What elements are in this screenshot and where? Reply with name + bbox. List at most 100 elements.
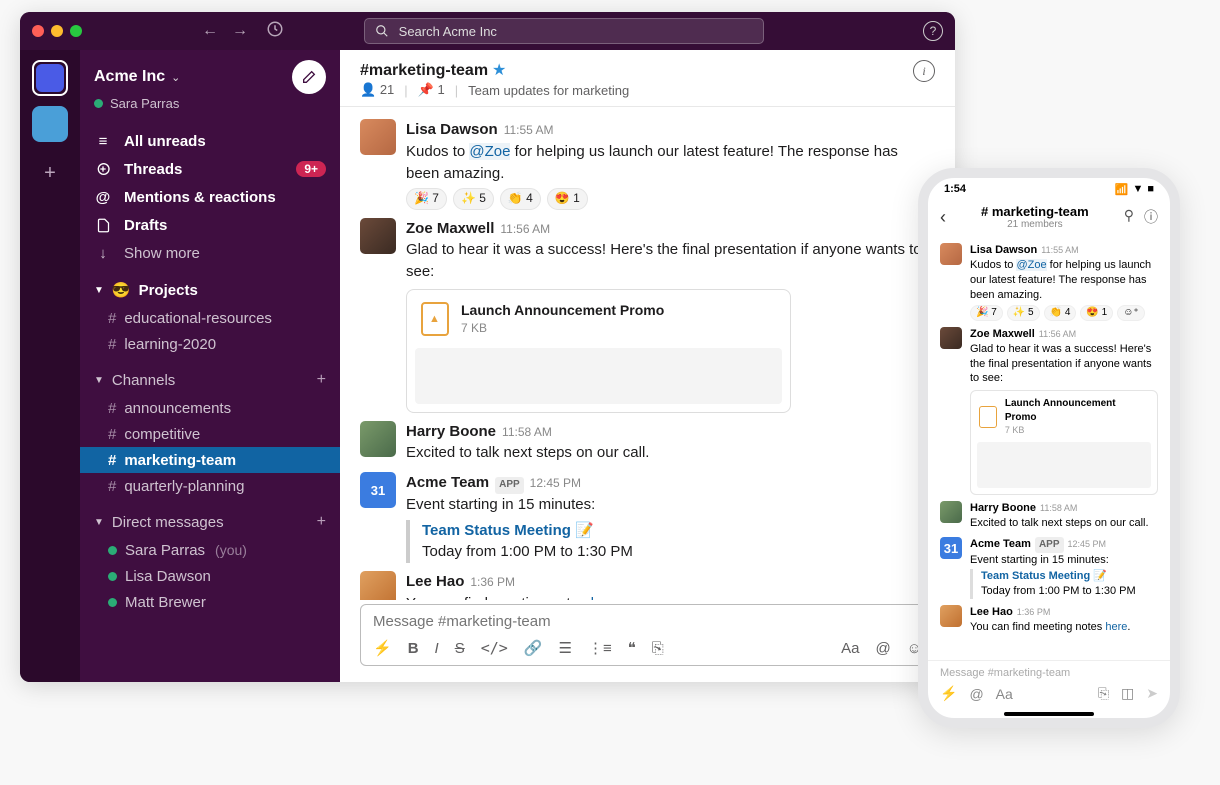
help-icon[interactable]: ? [923,21,943,41]
avatar[interactable] [360,119,396,155]
message[interactable]: 31 Acme TeamAPP12:45 PM Event starting i… [340,468,955,567]
shortcuts-icon[interactable]: ⚡ [373,639,392,657]
message[interactable]: Zoe Maxwell11:56 AM Glad to hear it was … [340,214,955,417]
workspace-switcher-active[interactable] [32,60,68,96]
mobile-message-list[interactable]: Lisa Dawson11:55 AM Kudos to @Zoe for he… [928,236,1170,660]
section-dms[interactable]: ▼Direct messages+ [80,507,340,537]
message-composer[interactable]: ⚡ B I S </> 🔗 ☰ ⋮≡ ❝ ⎘ Aa @ ☺ [360,604,935,666]
workspace-switcher-item[interactable] [32,106,68,142]
italic-icon[interactable]: I [435,640,439,657]
channel-item[interactable]: #competitive [80,421,340,447]
dm-item[interactable]: Lisa Dawson [80,563,340,589]
send-icon[interactable]: ➤ [1146,685,1158,702]
event-attachment[interactable]: Team Status Meeting 📝Today from 1:00 PM … [406,520,935,564]
search-input[interactable]: Search Acme Inc [364,18,764,44]
channel-item-active[interactable]: #marketing-team [80,447,340,473]
mention-icon[interactable]: @ [875,640,890,657]
channel-info-button[interactable]: i [913,60,935,82]
add-dm-button[interactable]: + [317,513,326,531]
pin-count[interactable]: 📌 1 [418,82,445,98]
avatar[interactable] [360,218,396,254]
history-icon[interactable] [266,20,284,43]
forward-button[interactable]: → [232,22,248,40]
camera-icon[interactable]: ◫ [1121,685,1134,702]
format-icon[interactable]: Aa [841,640,859,657]
message-list[interactable]: Lisa Dawson11:55 AM Kudos to @Zoe for he… [340,107,955,600]
link[interactable]: here [1105,621,1127,633]
bullet-list-icon[interactable]: ⋮≡ [588,639,612,657]
avatar[interactable] [360,571,396,600]
message-author[interactable]: Zoe Maxwell [406,218,494,240]
channel-title[interactable]: #marketing-team [360,62,488,79]
event-title[interactable]: Team Status Meeting 📝 [981,569,1158,584]
event-title[interactable]: Team Status Meeting 📝 [422,520,935,542]
compose-button[interactable] [292,60,326,94]
message-author[interactable]: Lisa Dawson [970,243,1037,258]
ordered-list-icon[interactable]: ☰ [559,639,572,657]
composer-input[interactable] [373,613,922,630]
back-button[interactable]: ← [202,22,218,40]
channel-item[interactable]: #announcements [80,395,340,421]
reaction[interactable]: 👏 4 [500,188,541,209]
bold-icon[interactable]: B [408,640,419,657]
mobile-composer[interactable]: Message #marketing-team ⚡ @ Aa ⎘ ◫ ➤ [928,660,1170,708]
user-presence[interactable]: Sara Parras [80,96,340,123]
mention[interactable]: @Zoe [1016,259,1046,271]
nav-all-unreads[interactable]: ≡All unreads [80,127,340,155]
avatar[interactable]: 31 [940,537,962,559]
message[interactable]: Lee Hao1:36 PM You can find meeting note… [928,602,1170,638]
message-author[interactable]: Acme Team [406,472,489,494]
message-author[interactable]: Harry Boone [406,421,496,443]
message-author[interactable]: Lee Hao [406,571,464,593]
nav-threads[interactable]: Threads9+ [80,155,340,183]
message[interactable]: Zoe Maxwell11:56 AM Glad to hear it was … [928,324,1170,499]
message[interactable]: 31 Acme TeamAPP12:45 PM Event starting i… [928,534,1170,602]
file-attachment[interactable]: Launch Announcement Promo7 KB [406,289,791,413]
close-window-icon[interactable] [32,25,44,37]
message-author[interactable]: Harry Boone [970,501,1036,516]
format-icon[interactable]: Aa [996,686,1013,702]
nav-mentions[interactable]: @Mentions & reactions [80,183,340,211]
reaction[interactable]: 🎉 7 [970,305,1003,321]
reaction[interactable]: 👏 4 [1044,305,1077,321]
code-icon[interactable]: </> [481,639,508,657]
link-icon[interactable]: 🔗 [524,639,543,657]
maximize-window-icon[interactable] [70,25,82,37]
home-indicator[interactable] [1004,712,1094,716]
channel-item[interactable]: #educational-resources [80,305,340,331]
channel-item[interactable]: #learning-2020 [80,331,340,357]
message-author[interactable]: Acme Team [970,537,1031,552]
search-icon[interactable]: ⚲ [1124,207,1134,227]
message-author[interactable]: Lee Hao [970,605,1013,620]
star-icon[interactable]: ★ [492,62,506,79]
reaction[interactable]: ✨ 5 [1007,305,1040,321]
info-icon[interactable]: ⓘ [1144,207,1158,227]
mention-icon[interactable]: @ [969,686,983,702]
member-count[interactable]: 👤 21 [360,82,394,98]
dm-item[interactable]: Sara Parras(you) [80,537,340,563]
add-channel-button[interactable]: + [317,371,326,389]
avatar[interactable]: 31 [360,472,396,508]
message[interactable]: Lisa Dawson11:55 AM Kudos to @Zoe for he… [340,115,955,214]
code-block-icon[interactable]: ⎘ [652,640,664,657]
mobile-composer-input[interactable]: Message #marketing-team [940,667,1158,679]
section-projects[interactable]: ▼😎Projects [80,275,340,305]
avatar[interactable] [360,421,396,457]
add-reaction-button[interactable]: ☺⁺ [1117,305,1145,321]
message-author[interactable]: Lisa Dawson [406,119,498,141]
event-attachment[interactable]: Team Status Meeting 📝Today from 1:00 PM … [970,569,1158,599]
mobile-channel-title[interactable]: # marketing-team [946,204,1124,219]
blockquote-icon[interactable]: ❝ [628,639,636,657]
file-attachment[interactable]: Launch Announcement Promo7 KB [970,390,1158,495]
strikethrough-icon[interactable]: S [455,640,465,657]
link[interactable]: here [591,595,621,600]
dm-item[interactable]: Matt Brewer [80,589,340,615]
reaction[interactable]: ✨ 5 [453,188,494,209]
attach-icon[interactable]: ⎘ [1098,685,1109,702]
avatar[interactable] [940,327,962,349]
workspace-header[interactable]: Acme Inc ⌄ [80,50,340,96]
reaction[interactable]: 🎉 7 [406,188,447,209]
message-author[interactable]: Zoe Maxwell [970,327,1035,342]
avatar[interactable] [940,605,962,627]
section-channels[interactable]: ▼Channels+ [80,365,340,395]
